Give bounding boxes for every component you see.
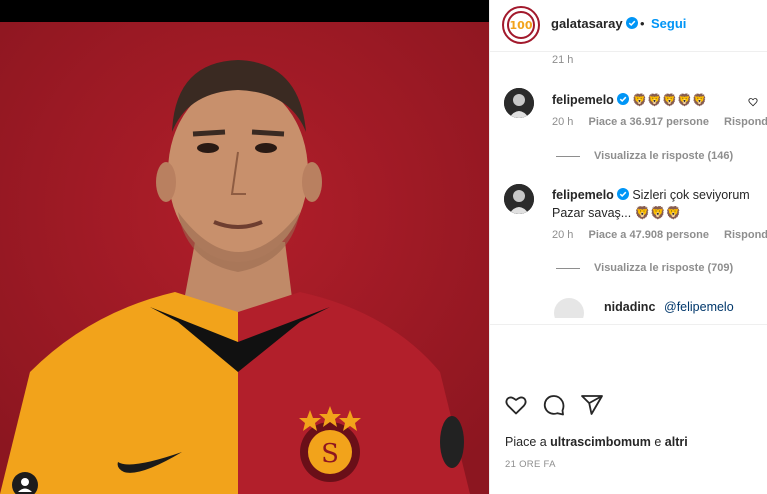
likes-others-link[interactable]: altri	[665, 435, 688, 449]
verified-badge-icon	[616, 188, 629, 200]
likes-conjunction: e	[650, 435, 665, 449]
caption-timestamp: 21 h	[552, 54, 574, 66]
post-modal: S 100 galatasaray • Segui 21 h felipemel…	[0, 0, 767, 494]
media-top-bar	[0, 0, 489, 22]
avatar[interactable]	[554, 298, 584, 318]
user-tag-button[interactable]	[12, 472, 38, 494]
svg-text:S: S	[321, 439, 339, 469]
avatar	[504, 184, 534, 214]
avatar	[504, 88, 534, 118]
comment-avatar[interactable]	[504, 88, 534, 118]
post-actions-area: Piace a ultrascimbomum e altri 21 ORE FA	[490, 324, 767, 494]
header-separator: •	[640, 16, 645, 31]
post-author-username[interactable]: galatasaray	[551, 16, 623, 31]
likes-summary: Piace a ultrascimbomum e altri	[505, 435, 688, 449]
reply-preview: nidadinc @felipemelo	[552, 298, 764, 318]
divider	[556, 267, 580, 269]
comment-likes[interactable]: Piace a 36.917 persone	[588, 116, 708, 128]
post-header: 100 galatasaray • Segui	[490, 0, 767, 52]
post-media: S	[0, 0, 489, 494]
player-photo: S	[0, 22, 489, 494]
user-tag-icon	[18, 478, 32, 492]
comment-body: felipemelo Sizleri çok seviyorum Pazar s…	[552, 186, 764, 222]
view-replies-button[interactable]: Visualizza le risposte (709)	[556, 262, 733, 274]
comments-list: 21 h felipemelo 🦁🦁🦁🦁🦁 20 h Piace a 36.91…	[490, 52, 767, 324]
reply-mention[interactable]: @felipemelo	[664, 300, 734, 314]
post-timestamp: 21 ORE FA	[505, 459, 556, 470]
reply-button[interactable]: Rispondi	[724, 116, 767, 128]
comment-text: 🦁🦁🦁🦁🦁	[632, 93, 708, 107]
share-icon[interactable]	[580, 393, 604, 417]
follow-button[interactable]: Segui	[651, 16, 686, 31]
comment-icon[interactable]	[542, 393, 566, 417]
post-sidebar: 100 galatasaray • Segui 21 h felipemelo …	[489, 0, 767, 494]
comment-meta: 20 h Piace a 36.917 persone Rispondi	[552, 116, 767, 128]
comment-username[interactable]: felipemelo	[552, 188, 614, 202]
profile-avatar[interactable]: 100	[502, 6, 540, 44]
comment-avatar[interactable]	[504, 184, 534, 214]
heart-icon[interactable]	[504, 393, 528, 417]
liker-username[interactable]: ultrascimbomum	[550, 435, 651, 449]
reply-username[interactable]: nidadinc	[604, 300, 655, 314]
view-replies-button[interactable]: Visualizza le risposte (146)	[556, 150, 733, 162]
comment-username[interactable]: felipemelo	[552, 93, 614, 107]
comment-time: 20 h	[552, 229, 574, 241]
reply-button[interactable]: Rispondi	[724, 229, 767, 241]
comment-time: 20 h	[552, 116, 574, 128]
verified-badge-icon	[616, 93, 629, 105]
comment-body: felipemelo 🦁🦁🦁🦁🦁	[552, 91, 764, 109]
verified-badge-icon	[626, 17, 638, 29]
comment-meta: 20 h Piace a 47.908 persone Rispondi	[552, 229, 767, 241]
svg-text:100: 100	[510, 19, 533, 32]
comment-likes[interactable]: Piace a 47.908 persone	[588, 229, 708, 241]
view-replies-label: Visualizza le risposte (146)	[594, 150, 734, 162]
view-replies-label: Visualizza le risposte (709)	[594, 262, 734, 274]
divider	[556, 155, 580, 157]
likes-prefix: Piace a	[505, 435, 551, 449]
comment-like-icon[interactable]	[748, 97, 758, 107]
club-logo-icon: 100	[505, 9, 537, 41]
action-bar	[504, 393, 754, 419]
